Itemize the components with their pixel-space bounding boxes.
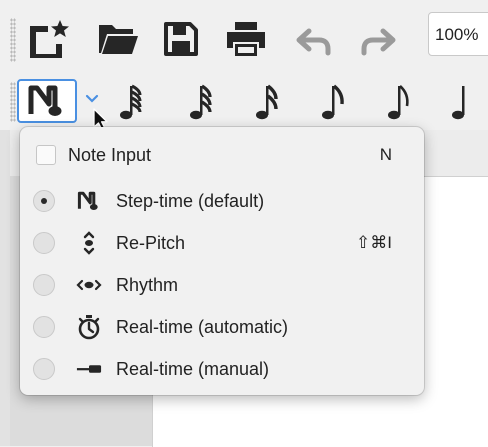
score-left-edge — [0, 130, 10, 446]
quarter-note-icon — [452, 86, 465, 120]
note-input-icon — [28, 85, 62, 116]
menu-item-label: Real-time (automatic) — [116, 316, 289, 337]
redo-icon — [361, 28, 396, 56]
open-folder-icon — [99, 25, 138, 54]
save-button[interactable] — [160, 18, 202, 60]
re-pitch-icon — [76, 230, 102, 256]
menu-item-step-time[interactable]: Step-time (default) — [20, 181, 424, 221]
menu-item-label: Note Input — [68, 144, 152, 165]
16th-note-icon — [256, 84, 278, 120]
manual-time-icon — [76, 356, 102, 382]
note-input-checkbox[interactable] — [36, 145, 56, 165]
redo-button[interactable] — [356, 20, 400, 60]
rhythm-icon — [76, 272, 102, 298]
note-toolbar-grip[interactable] — [10, 82, 16, 122]
chevron-down-icon — [85, 94, 99, 103]
note-input-mode-menu: Note Input N Step-time (default) Re-Pitc… — [20, 127, 424, 395]
note-input-menu-arrow[interactable] — [84, 92, 100, 106]
step-time-radio[interactable] — [33, 190, 55, 212]
menu-item-re-pitch[interactable]: Re-Pitch ⇧⌘I — [20, 223, 424, 263]
note-16th-button[interactable] — [254, 82, 284, 122]
menu-item-rhythm[interactable]: Rhythm — [20, 265, 424, 305]
real-time-automatic-radio[interactable] — [33, 316, 55, 338]
undo-button[interactable] — [292, 20, 336, 60]
menu-item-label: Rhythm — [116, 274, 179, 295]
zoom-field[interactable]: 100% — [428, 12, 488, 56]
menu-item-label: Step-time (default) — [116, 190, 265, 211]
8th-note-icon — [388, 85, 409, 120]
rhythm-radio[interactable] — [33, 274, 55, 296]
new-score-button[interactable] — [24, 16, 74, 62]
undo-icon — [296, 28, 331, 56]
note-8th-alt-button[interactable] — [386, 82, 416, 122]
real-time-manual-radio[interactable] — [33, 358, 55, 380]
menu-item-label: Real-time (manual) — [116, 358, 270, 379]
toolbar-grip[interactable] — [10, 18, 16, 62]
8th-note-icon — [322, 84, 344, 120]
note-64th-button[interactable] — [118, 82, 148, 122]
menu-item-note-input[interactable]: Note Input N — [20, 135, 424, 175]
print-icon — [227, 22, 265, 56]
open-button[interactable] — [96, 18, 140, 60]
note-32nd-button[interactable] — [188, 82, 218, 122]
print-button[interactable] — [222, 18, 270, 60]
stopwatch-icon — [76, 314, 102, 340]
note-8th-button[interactable] — [320, 82, 350, 122]
menu-item-shortcut: N — [379, 145, 392, 164]
re-pitch-radio[interactable] — [33, 232, 55, 254]
step-time-icon — [76, 188, 102, 214]
new-score-icon — [30, 20, 69, 58]
save-icon — [164, 22, 198, 56]
note-quarter-button[interactable] — [450, 82, 480, 122]
menu-item-label: Re-Pitch — [116, 232, 186, 253]
64th-note-icon — [120, 84, 142, 120]
menu-item-real-time-automatic[interactable]: Real-time (automatic) — [20, 307, 424, 347]
32nd-note-icon — [190, 84, 212, 120]
menu-item-real-time-manual[interactable]: Real-time (manual) — [20, 349, 424, 389]
menu-item-shortcut: ⇧⌘I — [356, 233, 392, 252]
note-input-button[interactable] — [17, 79, 77, 123]
